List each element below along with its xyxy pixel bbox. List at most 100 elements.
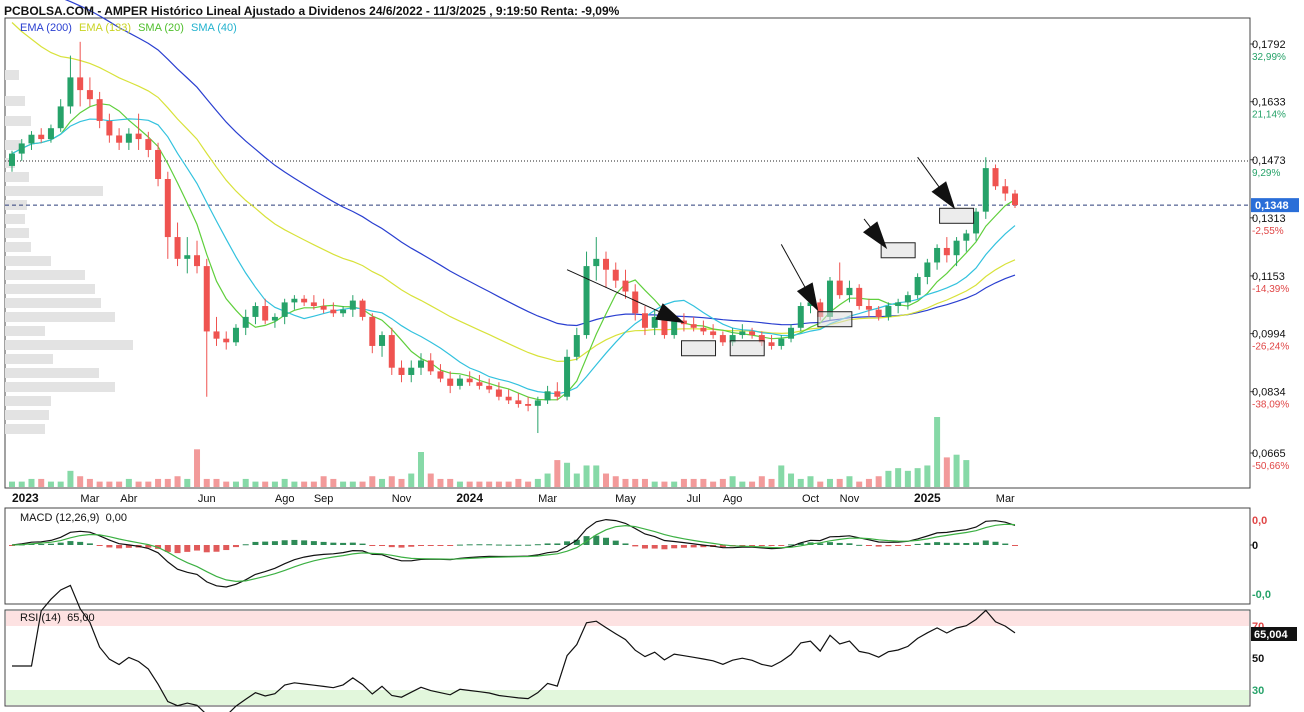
x-axis-label: Abr <box>120 493 137 505</box>
candle-body <box>291 298 298 303</box>
candle-body <box>486 385 493 390</box>
volume-bar <box>963 460 970 487</box>
volume-profile-bar <box>5 140 21 150</box>
candle-body <box>690 324 697 328</box>
volume-bar <box>885 470 892 487</box>
volume-bar <box>729 476 736 487</box>
volume-bar <box>953 454 960 487</box>
macd-histogram-bar <box>359 543 366 545</box>
candle-body <box>622 280 629 292</box>
macd-histogram-bar <box>106 545 113 548</box>
x-axis-label: 2023 <box>12 491 39 505</box>
candle-body <box>271 316 278 321</box>
macd-histogram-bar <box>184 545 191 552</box>
volume-bar <box>349 481 356 487</box>
volume-bar <box>135 481 142 487</box>
volume-bar <box>690 478 697 487</box>
macd-histogram-bar <box>408 545 415 547</box>
macd-histogram-bar <box>690 545 697 548</box>
candle-body <box>379 335 386 346</box>
volume-bar <box>164 478 171 487</box>
macd-histogram-bar <box>77 541 84 545</box>
macd-histogram-bar <box>232 545 239 548</box>
volume-bar <box>86 478 93 487</box>
macd-histogram-bar <box>379 545 386 546</box>
macd-histogram-bar <box>262 541 269 545</box>
candle-body <box>953 240 960 256</box>
volume-bar <box>895 468 902 487</box>
candle-body <box>213 331 220 339</box>
volume-bar <box>651 481 658 487</box>
candle-body <box>495 389 502 397</box>
macd-histogram-bar <box>632 545 639 547</box>
candle-body <box>96 99 103 121</box>
macd-histogram-bar <box>476 544 483 546</box>
volume-bar <box>145 481 152 487</box>
volume-profile-bar <box>5 368 99 378</box>
macd-histogram-bar <box>826 542 833 545</box>
volume-bar <box>67 470 74 487</box>
volume-bar <box>573 473 580 487</box>
macd-histogram-bar <box>505 544 512 546</box>
candle-body <box>330 309 337 314</box>
volume-bar <box>340 481 347 487</box>
volume-bar <box>174 476 181 487</box>
candle-body <box>739 331 746 336</box>
candle-body <box>934 247 941 263</box>
candle-body <box>310 302 317 307</box>
macd-histogram-bar <box>515 544 522 546</box>
volume-profile-bar <box>5 340 133 350</box>
macd-histogram-bar <box>612 540 619 545</box>
candle-body <box>963 233 970 241</box>
candle-body <box>603 258 610 270</box>
volume-bar <box>943 457 950 487</box>
volume-bar <box>583 465 590 487</box>
candle-body <box>641 313 648 328</box>
volume-bar <box>671 481 678 487</box>
price-tick-label: 0,1153 <box>1252 271 1285 283</box>
macd-histogram-bar <box>593 535 600 545</box>
volume-bar <box>437 478 444 487</box>
volume-bar <box>914 468 921 487</box>
macd-histogram-bar <box>1012 545 1018 546</box>
volume-bar <box>194 449 201 487</box>
volume-bar <box>184 478 191 487</box>
macd-histogram-bar <box>437 545 444 546</box>
candle-body <box>895 302 902 307</box>
candle-body <box>47 128 54 140</box>
candle-body <box>125 133 132 143</box>
macd-histogram-bar <box>320 541 327 545</box>
sma20-line <box>11 103 1016 401</box>
volume-bar <box>47 481 54 487</box>
volume-bar <box>788 473 795 487</box>
volume-bar <box>476 481 483 487</box>
macd-histogram-bar <box>768 545 775 546</box>
macd-histogram-bar <box>992 541 999 545</box>
candle-body <box>447 378 454 386</box>
volume-bar <box>359 481 366 487</box>
rsi-tick-label: 30 <box>1252 685 1264 697</box>
price-tick-label: 0,1473 <box>1252 155 1286 167</box>
volume-bar <box>515 478 522 487</box>
x-axis-label: May <box>615 493 636 505</box>
x-axis-label: Oct <box>802 493 819 505</box>
volume-bar <box>593 465 600 487</box>
rsi-name: RSI (14) <box>20 612 61 624</box>
rsi-value: 65,00 <box>67 612 95 624</box>
candle-body <box>719 335 726 343</box>
macd-line <box>11 518 1016 588</box>
chart-title: PCBOLSA.COM - AMPER Histórico Lineal Aju… <box>4 4 620 18</box>
candle-body <box>525 404 532 406</box>
volume-bar <box>38 478 45 487</box>
macd-histogram-bar <box>525 544 532 546</box>
candle-body <box>223 338 230 343</box>
volume-bar <box>865 478 872 487</box>
volume-profile-bar <box>5 116 31 126</box>
macd-histogram-bar <box>943 542 950 545</box>
chart-canvas: 0,179232,99% 0,163321,14% 0,14739,29% 0,131… <box>4 0 1299 712</box>
x-axis-label: Mar <box>538 493 557 505</box>
volume-bar <box>856 481 863 487</box>
legend-sma40: SMA (40) <box>190 22 237 34</box>
x-axis-label: Mar <box>996 493 1015 505</box>
volume-profile-bar <box>5 172 29 182</box>
